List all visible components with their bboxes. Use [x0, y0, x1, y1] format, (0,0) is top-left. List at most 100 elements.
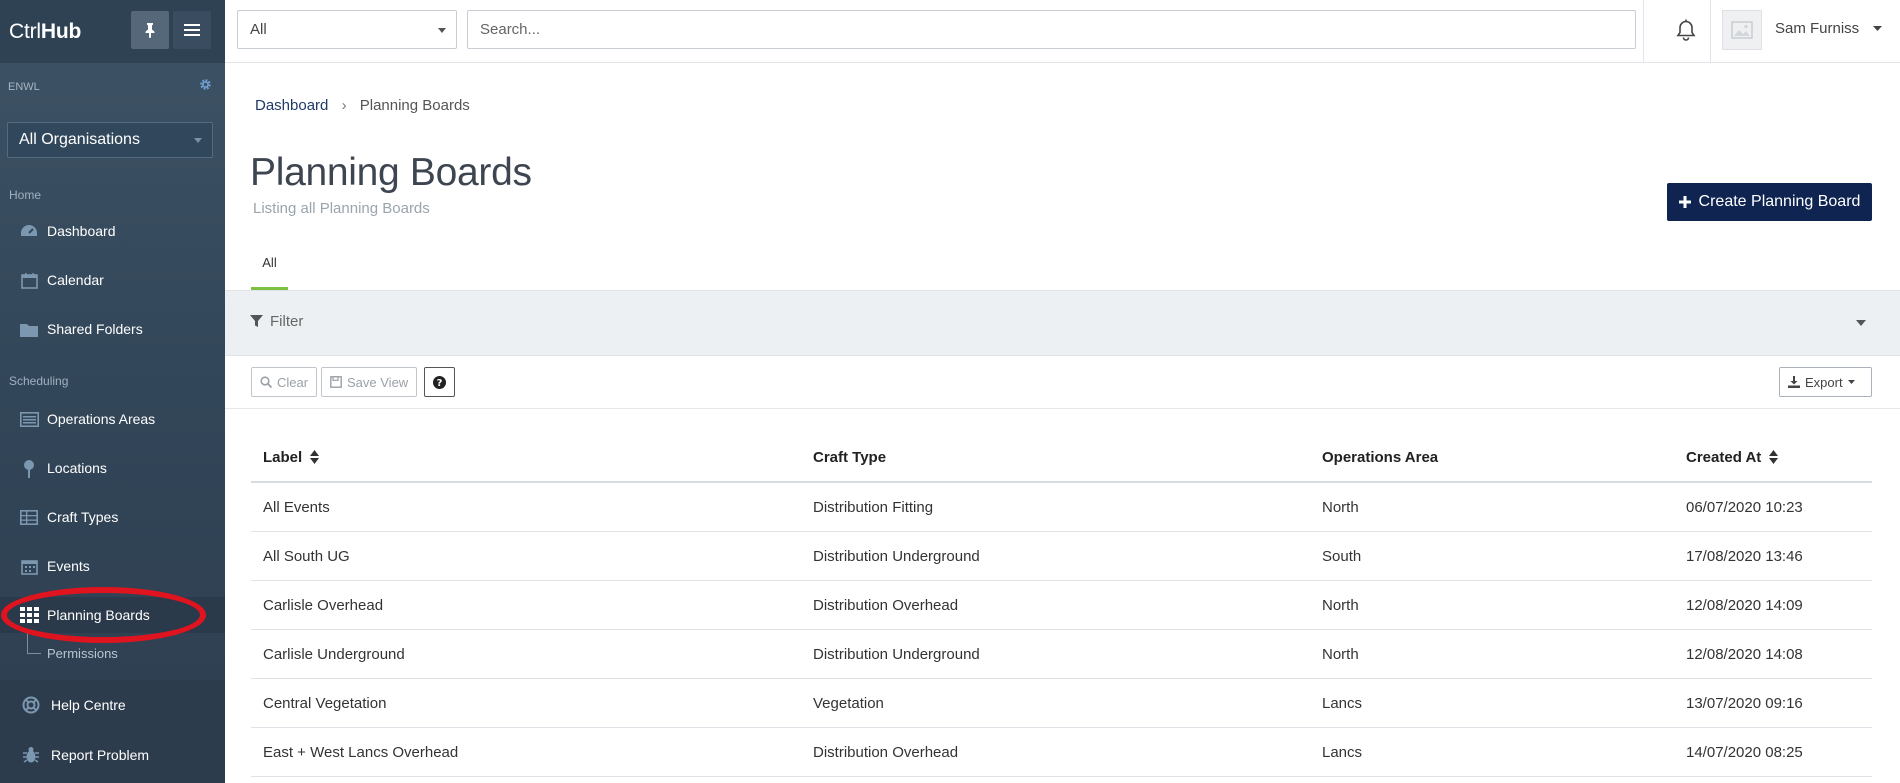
chevron-right-icon: ›	[341, 97, 347, 114]
folder-icon	[20, 323, 38, 337]
sidebar-item-operations-areas[interactable]: Operations Areas	[0, 401, 225, 437]
search-icon	[260, 376, 272, 388]
save-icon	[330, 376, 342, 388]
cell-created-at: 12/08/2020 14:09	[1686, 596, 1803, 614]
lifebuoy-icon	[22, 696, 40, 714]
cell-craft-type: Distribution Underground	[813, 547, 980, 565]
menu-toggle-button[interactable]	[173, 11, 211, 49]
sidebar: CtrlHub ENWL All Organisations Home Dash…	[0, 0, 225, 783]
grid-icon	[19, 607, 39, 623]
column-header-craft-type[interactable]: Craft Type	[813, 433, 886, 481]
avatar[interactable]	[1722, 10, 1762, 50]
sidebar-item-dashboard[interactable]: Dashboard	[0, 213, 225, 249]
organisation-code: ENWL	[8, 81, 40, 93]
table-toolbar: Clear Save View ? Export	[225, 356, 1900, 409]
cell-label[interactable]: Central Vegetation	[263, 679, 386, 727]
cell-craft-type: Distribution Underground	[813, 645, 980, 663]
save-view-button[interactable]: Save View	[321, 367, 418, 397]
export-dropdown-button[interactable]: Export	[1779, 367, 1872, 397]
cell-craft-type: Distribution Overhead	[813, 743, 959, 761]
column-header-operations-area[interactable]: Operations Area	[1322, 433, 1438, 481]
cell-operations-area: North	[1322, 596, 1359, 614]
cell-label[interactable]: East + West Lancs Overhead	[263, 728, 458, 776]
cell-craft-type: Distribution Overhead	[813, 596, 959, 614]
page-subtitle: Listing all Planning Boards	[253, 200, 430, 217]
cell-label[interactable]: All Events	[263, 483, 330, 531]
table-row[interactable]: Carlisle Underground Distribution Underg…	[251, 630, 1872, 679]
sidebar-item-events[interactable]: Events	[0, 548, 225, 584]
sidebar-item-craft-types[interactable]: Craft Types	[0, 499, 225, 535]
cell-created-at: 17/08/2020 13:46	[1686, 547, 1803, 565]
cell-label[interactable]: Carlisle Overhead	[263, 581, 383, 629]
pin-sidebar-button[interactable]	[131, 11, 169, 49]
notifications-button[interactable]	[1676, 19, 1696, 46]
table-icon	[20, 509, 38, 525]
pin-icon	[145, 23, 155, 38]
calendar-icon	[20, 272, 38, 289]
table-row[interactable]: Central Vegetation Vegetation Lancs 13/0…	[251, 679, 1872, 728]
table-header: Label Craft Type Operations Area Created…	[251, 433, 1872, 483]
brand-bar: CtrlHub	[0, 0, 225, 63]
calendar-grid-icon	[20, 559, 38, 575]
column-header-label[interactable]: Label	[263, 433, 320, 481]
cell-created-at: 13/07/2020 09:16	[1686, 694, 1803, 712]
caret-down-icon	[1847, 380, 1855, 384]
table-row[interactable]: East + West Lancs Overhead Distribution …	[251, 728, 1872, 777]
download-icon	[1788, 376, 1800, 388]
column-header-created-at[interactable]: Created At	[1686, 433, 1779, 481]
topbar-divider	[1643, 0, 1644, 63]
sidebar-item-help-centre[interactable]: Help Centre	[0, 687, 225, 723]
topbar-divider	[1710, 0, 1711, 63]
cell-operations-area: North	[1322, 645, 1359, 663]
nav-section-scheduling: Scheduling	[9, 374, 69, 388]
main-content: Dashboard › Planning Boards Planning Boa…	[225, 63, 1900, 783]
sort-icon	[310, 450, 320, 464]
help-button[interactable]: ?	[424, 367, 455, 397]
cell-created-at: 14/07/2020 08:25	[1686, 743, 1803, 761]
organisation-header: ENWL	[0, 63, 225, 109]
gear-icon	[200, 79, 211, 90]
clear-button[interactable]: Clear	[251, 367, 318, 397]
page-title: Planning Boards	[250, 151, 532, 194]
sidebar-item-locations[interactable]: Locations	[0, 450, 225, 486]
cell-craft-type: Distribution Fitting	[813, 498, 934, 516]
filter-panel-toggle[interactable]: Filter	[225, 291, 1900, 356]
create-planning-board-button[interactable]: Create Planning Board	[1667, 183, 1872, 221]
bug-icon	[23, 747, 39, 763]
filter-icon	[250, 315, 263, 327]
table-row[interactable]: Carlisle Overhead Distribution Overhead …	[251, 581, 1872, 630]
sort-icon	[1769, 450, 1779, 464]
sidebar-item-planning-boards[interactable]: Planning Boards	[0, 597, 225, 633]
map-pin-icon	[24, 459, 34, 478]
search-input[interactable]	[467, 10, 1636, 49]
organisation-settings-button[interactable]	[199, 78, 212, 96]
table-row[interactable]: All Events Distribution Fitting North 06…	[251, 483, 1872, 532]
cell-label[interactable]: All South UG	[263, 532, 350, 580]
submenu-connector	[27, 632, 41, 654]
sidebar-item-shared-folders[interactable]: Shared Folders	[0, 311, 225, 347]
cell-label[interactable]: Carlisle Underground	[263, 630, 405, 678]
breadcrumb-dashboard-link[interactable]: Dashboard	[255, 97, 328, 114]
caret-down-icon	[1856, 320, 1866, 326]
cell-created-at: 12/08/2020 14:08	[1686, 645, 1803, 663]
organisation-select[interactable]: All Organisations	[7, 122, 213, 158]
sidebar-item-report-problem[interactable]: Report Problem	[0, 737, 225, 773]
sidebar-item-calendar[interactable]: Calendar	[0, 262, 225, 298]
user-menu-button[interactable]: Sam Furniss	[1775, 20, 1859, 37]
topbar: All Sam Furniss	[225, 0, 1900, 63]
cell-operations-area: Lancs	[1322, 694, 1363, 712]
image-placeholder-icon	[1731, 21, 1753, 39]
ctrlhub-logo[interactable]: CtrlHub	[9, 20, 81, 44]
search-scope-select[interactable]: All	[237, 10, 457, 49]
breadcrumb: Dashboard › Planning Boards	[255, 97, 470, 114]
sidebar-item-permissions[interactable]: Permissions	[47, 646, 118, 661]
hamburger-icon	[184, 24, 200, 36]
table-row[interactable]: All South UG Distribution Underground So…	[251, 532, 1872, 581]
caret-down-icon[interactable]	[1873, 26, 1882, 31]
cell-created-at: 06/07/2020 10:23	[1686, 498, 1803, 516]
bell-icon	[1676, 19, 1696, 41]
caret-down-icon	[194, 138, 202, 143]
cell-operations-area: Lancs	[1322, 743, 1363, 761]
nav-section-home: Home	[9, 188, 42, 202]
tab-all[interactable]: All	[251, 239, 288, 290]
